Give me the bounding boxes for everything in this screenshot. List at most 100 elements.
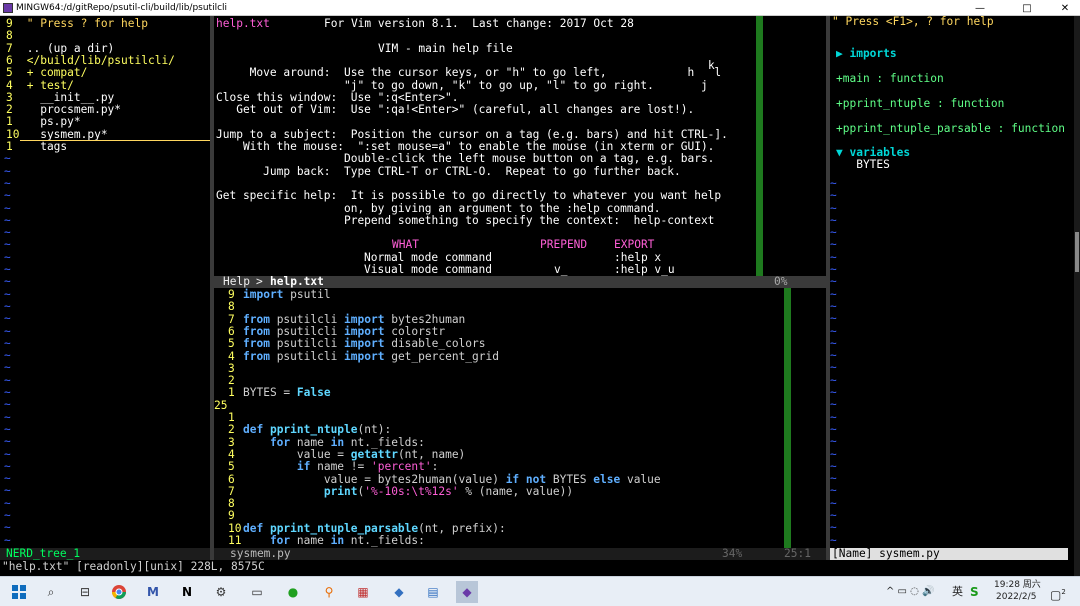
code-token: import xyxy=(344,324,392,338)
tagbar-item: BYTES xyxy=(836,158,890,171)
green-app-icon[interactable]: ● xyxy=(282,581,304,603)
nerdtree-entry: " Press ? for help xyxy=(20,17,148,30)
git-bash-icon[interactable]: ◆ xyxy=(456,581,478,603)
code-token: for xyxy=(243,435,297,449)
explorer-icon[interactable]: ▤ xyxy=(422,581,444,603)
close-button[interactable]: ✕ xyxy=(1050,0,1080,16)
code-token: nt._fields: xyxy=(350,534,425,547)
help-text-line: "j" to go down, "k" to go up, "l" to go … xyxy=(216,78,708,92)
code-token: name xyxy=(296,435,331,449)
maximize-button[interactable]: □ xyxy=(1012,0,1042,16)
vim-terminal[interactable]: 9 " Press ? for help 8 7 .. (up a dir) 6 </… xyxy=(0,16,1074,576)
red-app-icon[interactable]: ▦ xyxy=(352,581,374,603)
blue-app-icon[interactable]: ◆ xyxy=(388,581,410,603)
code-token: psutilcli xyxy=(276,324,345,338)
help-status-file: help.txt xyxy=(270,275,324,288)
empty-line-tilde: ~ xyxy=(830,447,837,461)
code-token: bytes2human xyxy=(391,312,466,326)
code-token: value = xyxy=(243,447,351,461)
relative-line-number: 2 xyxy=(228,423,235,437)
clock-date[interactable]: 2022/2/5 xyxy=(996,592,1036,606)
tagbar-help-hint: " Press <F1>, ? for help xyxy=(832,16,994,28)
empty-line-tilde: ~ xyxy=(830,484,837,498)
terminal-scrollbar[interactable] xyxy=(1074,16,1080,576)
nerdtree-status-label: NERD_tree_1 xyxy=(6,547,81,560)
code-line: print('%-10s:\t%12s' % (name, value)) xyxy=(243,484,574,498)
empty-line-tilde: ~ xyxy=(4,324,11,338)
code-token: nt._fields: xyxy=(350,435,425,449)
empty-line-tilde: ~ xyxy=(4,152,11,166)
code-token: for xyxy=(243,534,297,547)
search-icon[interactable]: ⌕ xyxy=(40,581,62,603)
empty-line-tilde: ~ xyxy=(4,435,11,449)
empty-line-tilde: ~ xyxy=(4,447,11,461)
empty-line-tilde: ~ xyxy=(4,201,11,215)
notification-icon[interactable]: ▢2 xyxy=(1050,577,1066,606)
notion-icon[interactable]: N xyxy=(176,581,198,603)
code-token: '%-10s:\t%12s' xyxy=(364,484,459,498)
code-token: 'percent' xyxy=(370,460,432,474)
code-token: pprint_ntuple_parsable xyxy=(269,521,419,535)
minimize-button[interactable]: — xyxy=(965,0,995,16)
ime-indicator[interactable]: 英 xyxy=(952,577,963,606)
code-token: : xyxy=(431,460,439,474)
empty-line-tilde: ~ xyxy=(830,398,837,412)
help-text-line: Prepend something to specify the context… xyxy=(216,213,715,227)
code-token: psutilcli xyxy=(276,349,345,363)
help-text-line: Visual mode command xyxy=(364,263,492,276)
help-status-percent: 0% xyxy=(774,275,788,288)
help-status-arrow: > xyxy=(256,275,263,288)
empty-line-tilde: ~ xyxy=(4,361,11,375)
mathtype-icon[interactable]: M xyxy=(142,581,164,603)
code-token: import xyxy=(344,349,392,363)
relative-line-number: 4 xyxy=(228,349,235,363)
code-token: getattr xyxy=(350,447,398,461)
chrome-icon[interactable] xyxy=(108,581,130,603)
nerdtree-line-number: 4 xyxy=(6,78,13,92)
tagbar-item: +pprint_ntuple_parsable : function xyxy=(836,122,1066,135)
start-menu-icon[interactable] xyxy=(8,581,30,603)
sogou-icon[interactable]: S xyxy=(970,577,979,606)
settings-gear-icon[interactable]: ⚙ xyxy=(210,581,232,603)
code-status-position: 25:1 xyxy=(784,547,811,560)
help-colorcolumn xyxy=(756,16,763,276)
system-tray-icons[interactable]: ^ ▭ ◌ 🔊 xyxy=(886,577,935,606)
tagbar-item: +pprint_ntuple : function xyxy=(836,97,1005,110)
code-token: print xyxy=(323,484,358,498)
code-token: def xyxy=(243,521,270,535)
vim-command-line[interactable]: "help.txt" [readonly][unix] 228L, 8575C xyxy=(2,560,265,573)
code-token: pprint_ntuple xyxy=(269,423,358,437)
code-token: (nt, prefix): xyxy=(418,521,506,535)
empty-line-tilde: ~ xyxy=(4,312,11,326)
notification-count: 2 xyxy=(1061,588,1066,596)
help-text-line: :help v_u xyxy=(614,263,675,276)
code-line: import psutil xyxy=(243,288,331,301)
nerdtree-pane[interactable]: 9 " Press ? for help 8 7 .. (up a dir) 6 </… xyxy=(0,16,210,554)
tagbar-pane[interactable]: " Press <F1>, ? for help ▶ imports +main … xyxy=(830,16,1074,548)
help-text-line: WHAT xyxy=(392,238,419,252)
tagbar-statusline: [Name] sysmem.py xyxy=(830,547,1068,560)
window-title: MINGW64:/d/gitRepo/psutil-cli/build/lib/… xyxy=(16,2,228,13)
nerdtree-line-number: 1 xyxy=(6,115,13,129)
code-token: % (name, value)) xyxy=(458,484,574,498)
relative-line-number: 5 xyxy=(228,337,235,351)
scrollbar-thumb[interactable] xyxy=(1075,232,1079,272)
code-token: psutilcli xyxy=(276,312,345,326)
code-status-percent: 34% xyxy=(722,547,743,560)
code-token: import xyxy=(344,312,392,326)
code-editor-pane[interactable]: 9 import psutil 8 7 from psutilcli import by… xyxy=(214,288,826,548)
empty-line-tilde: ~ xyxy=(4,189,11,203)
code-token: BYTES xyxy=(552,472,594,486)
code-token: import xyxy=(243,288,291,301)
task-view-icon[interactable]: ⊟ xyxy=(74,581,96,603)
empty-line-tilde: ~ xyxy=(4,533,11,547)
code-token: from xyxy=(243,312,277,326)
empty-line-tilde: ~ xyxy=(830,324,837,338)
empty-line-tilde: ~ xyxy=(830,275,837,289)
terminal-icon[interactable]: ▭ xyxy=(246,581,268,603)
magnifier-app-icon[interactable]: ⚲ xyxy=(318,581,340,603)
tagbar-status-label: [Name] sysmem.py xyxy=(832,547,940,560)
help-pane[interactable]: help.txt For Vim version 8.1. Last change… xyxy=(214,16,826,276)
code-token: from xyxy=(243,337,277,351)
help-text-line: VIM - main help file xyxy=(378,41,513,55)
